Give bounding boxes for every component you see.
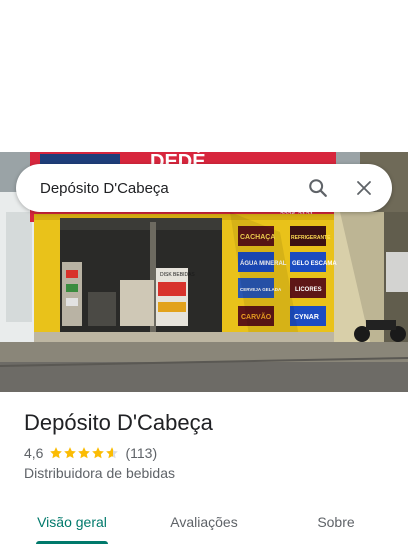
wall-sign-4: GELO ESCAMA <box>292 261 337 267</box>
place-info-panel: Depósito D'Cabeça 4,6 (113) Distribuidor… <box>0 392 408 544</box>
review-count[interactable]: (113) <box>125 445 157 461</box>
search-bar[interactable]: Depósito D'Cabeça <box>16 164 392 212</box>
rating-row[interactable]: 4,6 (113) <box>24 444 157 462</box>
star-icon <box>92 447 105 459</box>
tab-about-label: Sobre <box>317 514 355 530</box>
star-icon <box>64 447 77 459</box>
tab-reviews-label: Avaliações <box>170 514 238 530</box>
search-icon[interactable] <box>298 168 338 208</box>
door-sign: DISK BEBIDAS <box>160 272 195 278</box>
tab-about[interactable]: Sobre <box>288 500 384 544</box>
place-tabs: Visão geral Avaliações Sobre <box>0 500 408 544</box>
star-icon <box>78 447 91 459</box>
place-category: Distribuidora de bebidas <box>24 465 175 481</box>
search-input[interactable]: Depósito D'Cabeça <box>40 180 298 197</box>
place-title: Depósito D'Cabeça <box>24 410 213 435</box>
star-half-icon <box>106 447 119 459</box>
tab-reviews[interactable]: Avaliações <box>156 500 252 544</box>
star-rating <box>49 446 119 460</box>
wall-sign-6: LICORES <box>295 287 322 293</box>
tab-overview-label: Visão geral <box>37 514 107 530</box>
map-blank-area <box>0 0 408 152</box>
wall-sign-8: CYNAR <box>294 314 319 321</box>
star-icon <box>50 447 63 459</box>
close-icon[interactable] <box>344 168 384 208</box>
rating-value: 4,6 <box>24 445 44 461</box>
tab-overview[interactable]: Visão geral <box>24 500 120 544</box>
wall-sign-2: REFRIGERANTE <box>291 235 331 241</box>
